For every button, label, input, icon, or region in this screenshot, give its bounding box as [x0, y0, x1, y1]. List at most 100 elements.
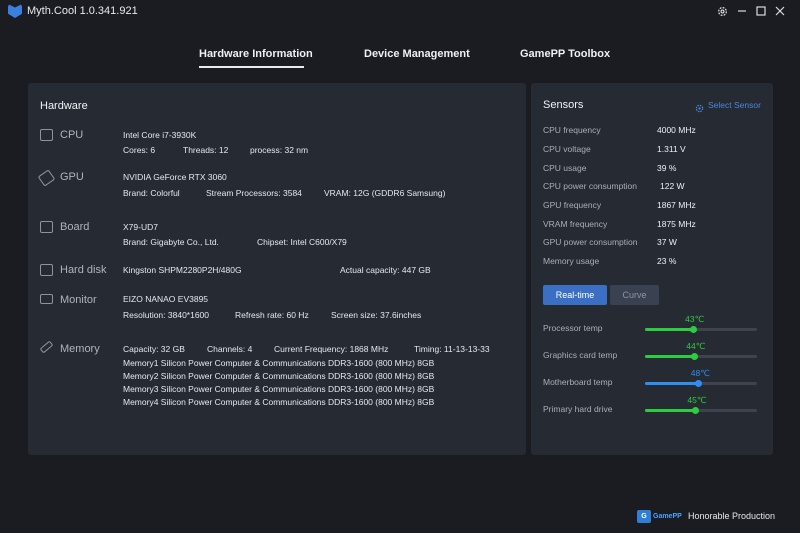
temp-value: 44℃ [686, 341, 706, 351]
gamepp-logo-icon: G [637, 509, 651, 523]
monitor-refresh-rate: Refresh rate: 60 Hz [235, 310, 309, 320]
sensor-value: 1867 MHz [657, 200, 696, 210]
hard-disk-capacity: Actual capacity: 447 GB [340, 265, 431, 275]
memory-module-1: Memory1 Silicon Power Computer & Communi… [123, 358, 435, 368]
sensor-value: 37 W [657, 237, 677, 247]
sensor-row: VRAM frequency 1875 MHz [543, 219, 763, 233]
cpu-process: process: 32 nm [250, 145, 309, 155]
temp-bar-knob [691, 407, 699, 414]
minimize-icon[interactable] [734, 3, 750, 19]
hard-disk-label: Hard disk [60, 264, 107, 276]
temp-bar-fill [645, 409, 696, 412]
realtime-button[interactable]: Real-time [543, 285, 607, 305]
board-brand: Brand: Gigabyte Co., Ltd. [123, 237, 219, 247]
board-label: Board [60, 221, 90, 233]
main-nav: Hardware Information Device Management G… [0, 44, 800, 74]
maximize-icon[interactable] [753, 3, 769, 19]
temp-row-primary-hard-drive: Primary hard drive 45℃ [543, 395, 763, 417]
temp-row-motherboard: Motherboard temp 48℃ [543, 368, 763, 390]
gpu-brand: Brand: Colorful [123, 188, 180, 198]
monitor-icon [40, 294, 53, 304]
temp-bar-fill [645, 355, 695, 358]
temp-value: 45℃ [687, 395, 707, 405]
cpu-cores: Cores: 6 [123, 145, 156, 155]
sensor-row: GPU frequency 1867 MHz [543, 200, 763, 214]
sensors-title: Sensors [543, 99, 584, 111]
temp-bar-fill [645, 328, 694, 331]
memory-timing: Timing: 11-13-13-33 [414, 344, 490, 354]
memory-label: Memory [60, 343, 100, 355]
gpu-name: NVIDIA GeForce RTX 3060 [123, 172, 227, 182]
title-bar: Myth.Cool 1.0.341.921 [0, 0, 800, 22]
hardware-title: Hardware [40, 100, 88, 112]
curve-button[interactable]: Curve [610, 285, 659, 305]
sensor-name: CPU usage [543, 163, 587, 173]
memory-channels: Channels: 4 [207, 344, 253, 354]
hardware-panel: Hardware CPU Intel Core i7-3930K Cores: … [28, 83, 526, 455]
temp-bar [645, 380, 757, 387]
sensor-value: 1875 MHz [657, 219, 696, 229]
select-sensor-button[interactable]: Select Sensor [708, 100, 761, 110]
memory-capacity: Capacity: 32 GB [123, 344, 185, 354]
gpu-label: GPU [60, 171, 84, 183]
temp-row-graphics-card: Graphics card temp 44℃ [543, 341, 763, 363]
sensor-name: GPU frequency [543, 200, 602, 210]
gamepp-logo: G GamePP [637, 509, 685, 523]
board-icon [40, 221, 53, 233]
gpu-vram: VRAM: 12G (GDDR6 Samsung) [324, 188, 446, 198]
temp-bar-fill [645, 382, 699, 385]
settings-gear-icon[interactable] [714, 3, 730, 19]
sensor-row: CPU usage 39 % [543, 163, 763, 177]
sensor-row: CPU frequency 4000 MHz [543, 125, 763, 139]
tab-device-management[interactable]: Device Management [364, 48, 470, 60]
hard-disk-icon [40, 264, 53, 276]
monitor-label: Monitor [60, 294, 97, 306]
board-chipset: Chipset: Intel C600/X79 [257, 237, 347, 247]
sensor-row: Memory usage 23 % [543, 256, 763, 270]
app-logo-icon [8, 4, 22, 18]
temp-name: Motherboard temp [543, 377, 613, 387]
sensor-name: Memory usage [543, 256, 600, 266]
temp-name: Primary hard drive [543, 404, 613, 414]
gpu-stream-processors: Stream Processors: 3584 [206, 188, 302, 198]
temp-row-processor: Processor temp 43℃ [543, 314, 763, 336]
sensor-value: 23 % [657, 256, 677, 266]
tab-hardware-information[interactable]: Hardware Information [199, 48, 313, 60]
temp-name: Processor temp [543, 323, 603, 333]
sensor-name: CPU voltage [543, 144, 591, 154]
temp-bar-knob [695, 380, 703, 387]
memory-module-2: Memory2 Silicon Power Computer & Communi… [123, 371, 435, 381]
temp-bar-knob [689, 326, 697, 333]
temp-bar [645, 353, 757, 360]
temp-bar [645, 407, 757, 414]
hard-disk-name: Kingston SHPM2280P2H/480G [123, 265, 242, 275]
monitor-resolution: Resolution: 3840*1600 [123, 310, 210, 320]
sensor-value: 4000 MHz [657, 125, 696, 135]
memory-module-3: Memory3 Silicon Power Computer & Communi… [123, 384, 435, 394]
sensor-row: CPU voltage 1.311 V [543, 144, 763, 158]
temp-name: Graphics card temp [543, 350, 618, 360]
sensor-name: GPU power consumption [543, 237, 638, 247]
temp-value: 48℃ [690, 368, 710, 378]
board-name: X79-UD7 [123, 222, 158, 232]
gpu-icon [37, 169, 56, 187]
sensor-row: CPU power consumption 122 W [543, 181, 763, 195]
memory-frequency: Current Frequency: 1868 MHz [274, 344, 389, 354]
sensor-value: 1.311 V [657, 144, 686, 154]
footer-credit: Honorable Production [688, 511, 776, 521]
sensor-name: CPU power consumption [543, 181, 638, 191]
active-tab-indicator [199, 66, 304, 68]
select-sensor-gear-icon[interactable] [695, 100, 704, 113]
memory-icon [39, 340, 54, 354]
temp-bar [645, 326, 757, 333]
temp-value: 43℃ [685, 314, 705, 324]
sensors-panel: Sensors Select Sensor CPU frequency 4000… [531, 83, 773, 455]
monitor-name: EIZO NANAO EV3895 [123, 294, 209, 304]
sensor-row: GPU power consumption 37 W [543, 237, 763, 251]
gamepp-brand: GamePP [653, 512, 682, 520]
cpu-label: CPU [60, 129, 84, 141]
close-icon[interactable] [772, 3, 788, 19]
memory-module-4: Memory4 Silicon Power Computer & Communi… [123, 397, 435, 407]
tab-gamepp-toolbox[interactable]: GamePP Toolbox [520, 48, 610, 60]
sensor-name: VRAM frequency [543, 219, 608, 229]
